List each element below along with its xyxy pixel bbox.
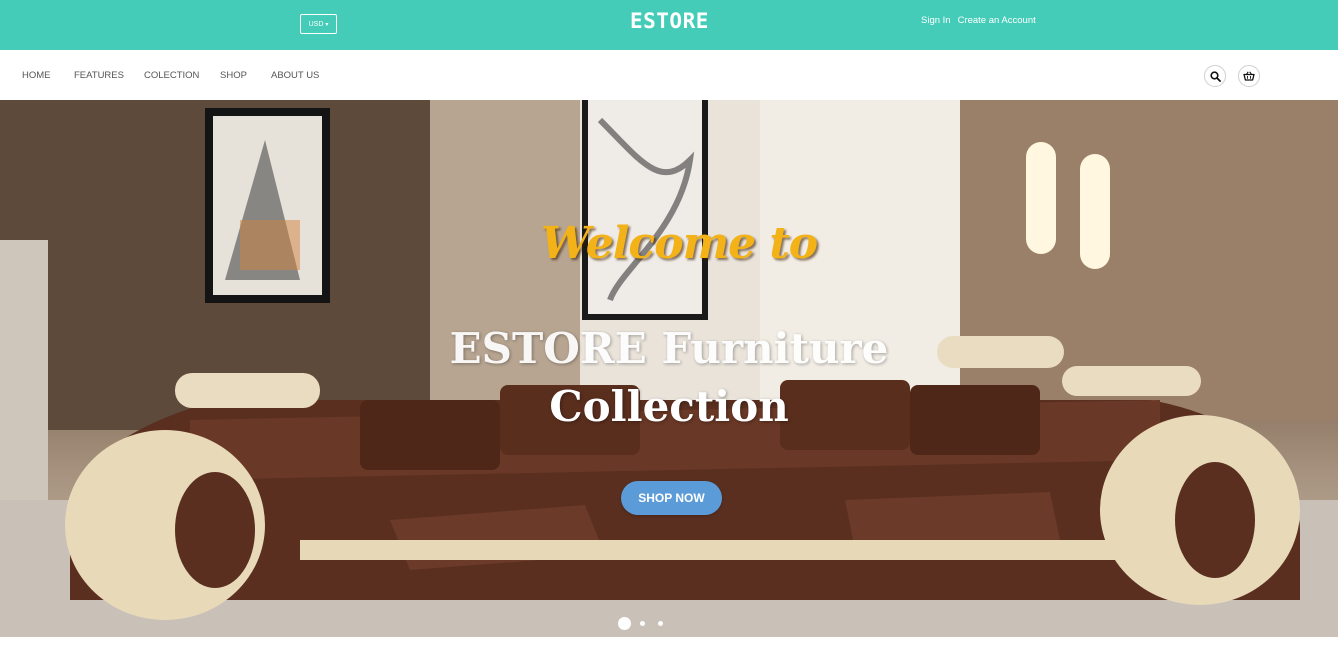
search-button[interactable] xyxy=(1204,65,1226,87)
currency-selector[interactable]: USD ▾ xyxy=(300,14,337,34)
chevron-down-icon: ▾ xyxy=(325,21,329,28)
nav-shop[interactable]: SHOP xyxy=(220,70,247,81)
slider-dot-1[interactable] xyxy=(618,617,631,630)
nav-about-us[interactable]: ABOUT US xyxy=(271,70,319,81)
welcome-heading: Welcome to xyxy=(540,218,818,269)
nav-home[interactable]: HOME xyxy=(22,70,51,81)
main-nav: HOME FEATURES COLECTION SHOP ABOUT US xyxy=(0,50,1338,100)
account-links: Sign In Create an Account xyxy=(921,15,1036,26)
top-bar: USD ▾ ESTORE Sign In Create an Account xyxy=(0,0,1338,50)
hero-title-line2: Collection xyxy=(549,382,789,431)
search-icon xyxy=(1209,70,1221,82)
cart-button[interactable] xyxy=(1238,65,1260,87)
slider-dot-2[interactable] xyxy=(640,621,645,626)
create-account-link[interactable]: Create an Account xyxy=(958,15,1036,26)
hero-title-line1: ESTORE Furniture xyxy=(449,324,889,373)
sign-in-link[interactable]: Sign In xyxy=(921,15,951,26)
nav-features[interactable]: FEATURES xyxy=(74,70,124,81)
site-logo[interactable]: ESTORE xyxy=(630,9,709,33)
shop-now-button[interactable]: SHOP NOW xyxy=(621,481,722,515)
hero-slider: Welcome to ESTORE Furniture Collection S… xyxy=(0,100,1338,637)
nav-colection[interactable]: COLECTION xyxy=(144,70,199,81)
basket-icon xyxy=(1243,71,1255,81)
slider-dot-3[interactable] xyxy=(658,621,663,626)
currency-label: USD xyxy=(308,20,324,28)
